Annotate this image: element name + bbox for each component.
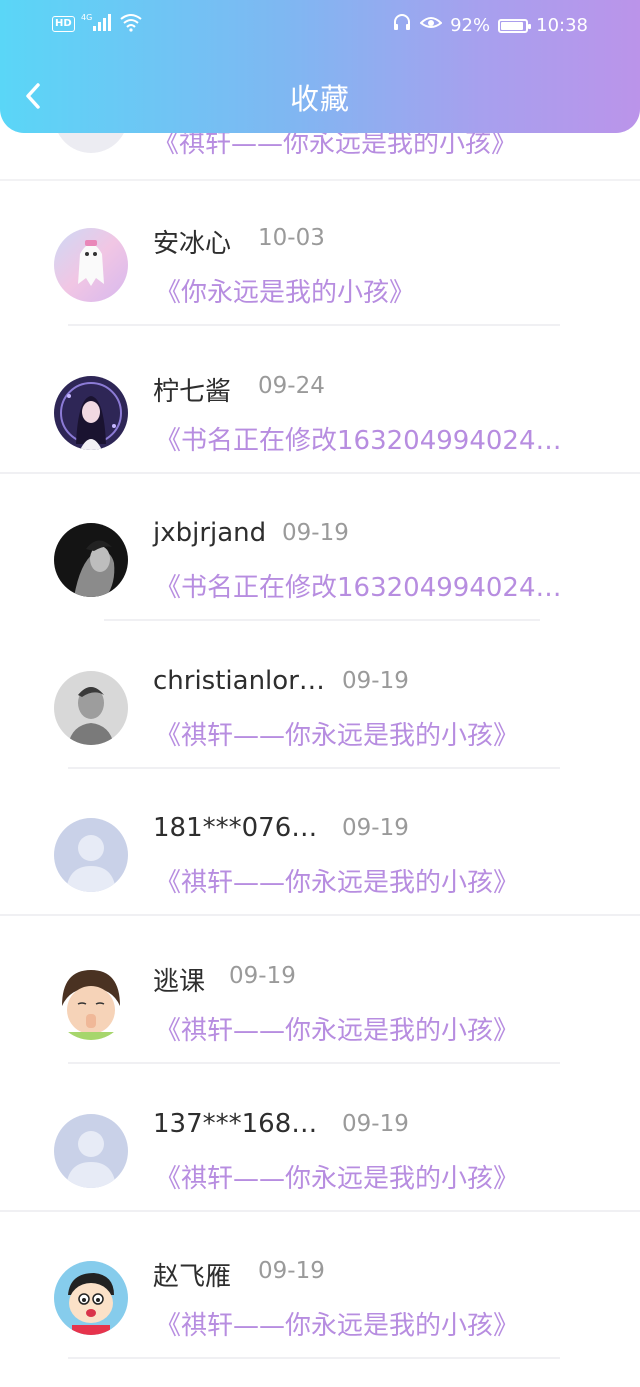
user-name: 逃课 [153,967,206,997]
eye-comfort-icon [419,12,443,39]
list-item[interactable]: 赵飞雁 09-19 《祺轩——你永远是我的小孩》 [0,1212,640,1360]
battery-icon [498,18,532,33]
user-name: christianlor… [153,665,325,696]
app-header: HD 4G 92% 10:38 收藏 [0,0,640,133]
book-title[interactable]: 《你永远是我的小孩》 [155,272,415,309]
book-title: 《祺轩——你永远是我的小孩》 [153,133,518,159]
user-name: jxbjrjand [153,518,267,549]
battery-percent: 92% [450,14,491,36]
list-item[interactable]: 安冰心 10-03 《你永远是我的小孩》 [0,179,640,326]
list-item[interactable]: 137***168… 09-19 《祺轩——你永远是我的小孩》 [0,1065,640,1212]
favorite-date: 10-03 [258,225,325,251]
hd-badge: HD [52,16,75,32]
wifi-icon [119,12,143,36]
favorite-date: 09-19 [282,520,349,547]
avatar [54,133,128,153]
signal-icon: 4G [81,12,113,36]
user-name: 181***076… [153,813,318,844]
book-title[interactable]: 《祺轩——你永远是我的小孩》 [155,1158,519,1195]
favorite-date: 09-19 [342,1110,409,1137]
book-title[interactable]: 《祺轩——你永远是我的小孩》 [155,715,519,752]
avatar[interactable] [54,375,128,450]
book-title[interactable]: 《书名正在修改163204994024… [155,420,562,457]
favorite-date: 09-19 [229,963,296,989]
user-name: 赵飞雁 [153,1262,232,1293]
page-title: 收藏 [289,82,350,116]
favorite-date: 09-19 [258,1258,325,1285]
favorite-date: 09-19 [342,667,409,694]
avatar[interactable] [54,228,128,302]
clock: 10:38 [536,14,588,36]
book-title[interactable]: 《祺轩——你永远是我的小孩》 [155,1010,519,1047]
list-item[interactable]: christianlor… 09-19 《祺轩——你永远是我的小孩》 [0,622,640,769]
list-item[interactable]: jxbjrjand 09-19 《书名正在修改163204994024… [0,474,640,622]
svg-text:4G: 4G [81,13,92,22]
avatar[interactable] [54,1261,128,1336]
divider [68,1357,560,1360]
avatar[interactable] [54,670,128,745]
book-title[interactable]: 《书名正在修改163204994024… [155,567,562,604]
status-bar: HD 4G 92% 10:38 [0,0,640,48]
list-item[interactable]: 181***076… 09-19 《祺轩——你永远是我的小孩》 [0,769,640,917]
user-name: 安冰心 [153,229,232,259]
favorite-date: 09-24 [258,372,325,399]
favorite-date: 09-19 [342,815,409,842]
user-name: 137***168… [153,1108,318,1139]
book-title[interactable]: 《祺轩——你永远是我的小孩》 [155,862,519,899]
avatar[interactable] [54,1113,128,1188]
avatar[interactable] [54,966,128,1040]
user-name: 柠七酱 [153,376,232,407]
avatar[interactable] [54,523,128,598]
list-item[interactable]: 柠七酱 09-24 《书名正在修改163204994024… [0,327,640,474]
list-item-partial[interactable]: 《祺轩——你永远是我的小孩》 [0,133,640,181]
headphones-icon [392,12,412,39]
book-title[interactable]: 《祺轩——你永远是我的小孩》 [155,1305,519,1342]
avatar[interactable] [54,818,128,893]
list-item[interactable]: 逃课 09-19 《祺轩——你永远是我的小孩》 [0,917,640,1064]
